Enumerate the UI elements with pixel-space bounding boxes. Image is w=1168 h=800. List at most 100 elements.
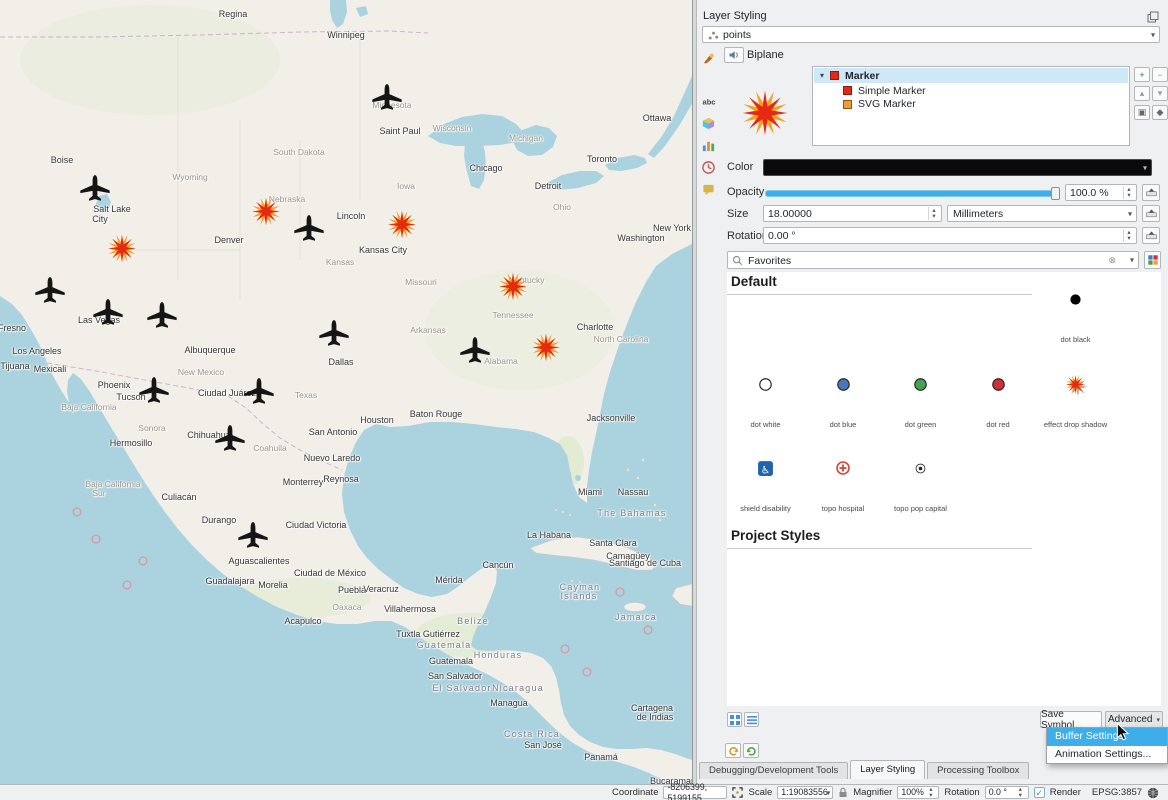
symbol-layer-label: Simple Marker <box>858 85 926 97</box>
map-canvas[interactable]: ReginaWinnipegSaint PaulOttawaTorontoChi… <box>0 0 692 784</box>
style-item-dot-red[interactable]: dot red <box>960 362 1037 442</box>
plane-marker[interactable] <box>146 300 178 337</box>
opacity-slider-handle[interactable] <box>1051 187 1060 200</box>
map-label: City <box>92 214 108 224</box>
tab-debugging-development-tools[interactable]: Debugging/Development Tools <box>699 762 848 779</box>
labels-icon[interactable]: abc <box>697 91 720 112</box>
spinner-arrows[interactable]: ▴▾ <box>928 207 939 220</box>
plane-marker[interactable] <box>34 275 66 312</box>
spinner-arrows[interactable]: ▴▾ <box>1123 186 1134 199</box>
symbol-layer-tree[interactable]: ▾ Marker Simple MarkerSVG Marker <box>812 66 1130 146</box>
star-marker[interactable] <box>528 330 564 371</box>
style-item-dot-black[interactable]: dot black <box>1037 277 1114 357</box>
symbol-layer-row[interactable]: Simple Marker <box>813 84 1129 98</box>
save-symbol-button[interactable]: Save Symbol... <box>1040 711 1102 728</box>
color-button[interactable]: ▾ <box>763 159 1152 176</box>
star-marker[interactable] <box>495 269 531 310</box>
map-label: Coahuila <box>253 443 287 453</box>
history-icon[interactable] <box>697 157 720 178</box>
symbol-root-row[interactable]: ▾ Marker <box>814 68 1128 83</box>
move-down-symbol-layer-button[interactable]: ▾ <box>1152 86 1168 101</box>
chevron-down-icon: ▾ <box>1143 163 1147 172</box>
spinner-arrows[interactable]: ▴▾ <box>1015 788 1026 797</box>
map-label: Durango <box>202 515 237 525</box>
style-item-topo-hospital[interactable]: topo hospital <box>805 446 882 526</box>
move-up-symbol-layer-button[interactable]: ▴ <box>1134 86 1150 101</box>
plane-marker[interactable] <box>79 173 111 210</box>
spinner-arrows[interactable]: ▴▾ <box>925 788 936 797</box>
plane-marker[interactable] <box>214 423 246 460</box>
opacity-data-defined-button[interactable] <box>1142 184 1160 201</box>
star-marker[interactable] <box>384 207 420 248</box>
clear-search-icon[interactable]: ⊗ <box>1108 255 1116 266</box>
spinner-arrows[interactable]: ▴▾ <box>1123 229 1134 242</box>
style-manager-button[interactable] <box>1144 251 1161 269</box>
plane-marker[interactable] <box>318 318 350 355</box>
opacity-slider[interactable] <box>765 190 1060 197</box>
style-search-input[interactable]: Favorites ⊗ ▾ <box>727 251 1139 269</box>
map-label: Reynosa <box>323 474 359 484</box>
metadata-icon[interactable] <box>697 179 720 200</box>
render-checkbox[interactable]: ✓ <box>1034 787 1045 798</box>
lock-symbol-layer-button[interactable]: ◆ <box>1152 105 1168 120</box>
duplicate-symbol-layer-button[interactable]: ▣ <box>1134 105 1150 120</box>
map-label: Veracruz <box>363 584 399 594</box>
symbology-icon[interactable] <box>697 48 720 69</box>
size-data-defined-button[interactable] <box>1142 205 1160 222</box>
view3d-icon[interactable] <box>697 113 720 134</box>
extent-icon-button[interactable] <box>732 787 743 798</box>
log-messages-button[interactable] <box>1147 787 1159 799</box>
plane-marker[interactable] <box>459 335 491 372</box>
size-unit-combo[interactable]: Millimeters ▾ <box>947 205 1137 222</box>
svg-text:♿: ♿ <box>761 464 771 476</box>
rotation-spinbox[interactable]: 0.00 ° ▴▾ <box>763 227 1137 244</box>
map-label: Saint Paul <box>379 126 420 136</box>
symbol-layer-row[interactable]: SVG Marker <box>813 98 1129 112</box>
rotation-spinbox[interactable]: 0.0 ° ▴▾ <box>985 786 1029 799</box>
undock-icon[interactable] <box>1147 11 1159 26</box>
map-label: La Habana <box>527 530 571 540</box>
tab-processing-toolbox[interactable]: Processing Toolbox <box>927 762 1029 779</box>
advanced-button[interactable]: Advanced ▾ <box>1105 711 1163 728</box>
undo-style-button[interactable] <box>725 743 741 758</box>
add-symbol-layer-button[interactable]: + <box>1134 67 1150 82</box>
plane-marker[interactable] <box>237 520 269 557</box>
star-marker[interactable] <box>104 231 140 272</box>
style-item-dot-white[interactable]: dot white <box>727 362 804 442</box>
coordinate-input[interactable]: -8206399, 5199155 <box>663 786 727 799</box>
dot-style-icon <box>990 362 1007 406</box>
plane-marker[interactable] <box>138 375 170 412</box>
search-icon <box>732 255 743 269</box>
style-item-topo-pop-capital[interactable]: topo pop capital <box>882 446 959 526</box>
lock-scale-button[interactable] <box>838 787 848 798</box>
diagrams-icon[interactable] <box>697 135 720 156</box>
layer-selector[interactable]: points ▾ <box>702 26 1160 43</box>
size-spinbox[interactable]: 18.00000 ▴▾ <box>763 205 942 222</box>
icon-view-button[interactable] <box>727 712 742 727</box>
style-item-shield-disability[interactable]: ♿shield disability <box>727 446 804 526</box>
rotation-data-defined-button[interactable] <box>1142 227 1160 244</box>
remove-symbol-layer-button[interactable]: − <box>1152 67 1168 82</box>
plane-marker[interactable] <box>92 297 124 334</box>
menu-item-animation-settings[interactable]: Animation Settings... <box>1047 746 1167 764</box>
magnifier-spinbox[interactable]: 100% ▴▾ <box>897 786 939 799</box>
tab-layer-styling[interactable]: Layer Styling <box>850 760 925 779</box>
symbol-audio-button[interactable] <box>724 47 744 63</box>
star-marker[interactable] <box>248 194 284 235</box>
menu-item-buffer-settings[interactable]: Buffer Settings <box>1047 728 1167 746</box>
redo-style-button[interactable] <box>743 743 759 758</box>
plane-marker[interactable] <box>371 82 403 119</box>
scale-combo[interactable]: 1:19083556 ▾ <box>777 786 833 799</box>
map-label: Guatemala <box>429 656 473 666</box>
plane-marker[interactable] <box>293 213 325 250</box>
opacity-spinbox[interactable]: 100.0 % ▴▾ <box>1065 184 1137 201</box>
extent-icon <box>732 787 743 798</box>
expand-arrow-icon[interactable]: ▾ <box>820 71 824 80</box>
grid-view-icon <box>730 715 740 725</box>
style-item-effect-drop-shadow[interactable]: effect drop shadow <box>1037 362 1114 442</box>
plane-marker[interactable] <box>243 376 275 413</box>
style-item-dot-green[interactable]: dot green <box>882 362 959 442</box>
list-view-button[interactable] <box>744 712 759 727</box>
style-item-dot-blue[interactable]: dot blue <box>805 362 882 442</box>
style-browser[interactable]: Default dot blackdot whitedot bluedot gr… <box>727 272 1161 706</box>
